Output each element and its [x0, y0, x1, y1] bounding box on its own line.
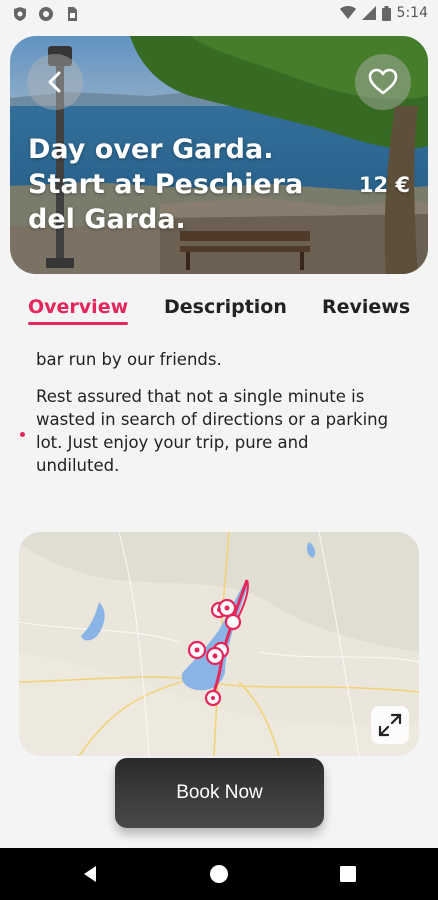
nav-home-button[interactable] [207, 862, 231, 886]
map-graphic [19, 532, 419, 756]
book-now-button[interactable]: Book Now [115, 758, 324, 828]
expand-map-button[interactable] [371, 706, 409, 744]
status-bar: 5:14 [0, 0, 438, 30]
expand-icon [378, 713, 402, 737]
status-time: 5:14 [396, 5, 428, 21]
wifi-icon [339, 6, 356, 19]
back-button[interactable] [27, 54, 83, 110]
bullet-marker [20, 432, 25, 437]
signal-icon [361, 6, 376, 20]
heart-icon [368, 68, 398, 95]
favorite-button[interactable] [355, 54, 411, 110]
route-map[interactable] [19, 532, 419, 756]
square-recents-icon [340, 866, 356, 882]
tab-overview[interactable]: Overview [28, 296, 128, 318]
tour-title: Day over Garda. Start at Peschiera del G… [28, 134, 304, 235]
nav-back-button[interactable] [78, 862, 102, 886]
circle-home-icon [210, 865, 228, 883]
shield-icon [14, 7, 26, 21]
tab-bar: Overview Description Reviews [0, 292, 438, 332]
hero-image: Day over Garda. Start at Peschiera del G… [10, 36, 428, 274]
overview-paragraph: bar run by our friends. [36, 350, 222, 369]
overview-content: bar run by our friends. Rest assured tha… [36, 348, 396, 491]
triangle-back-icon [84, 866, 96, 882]
active-tab-indicator [28, 322, 128, 325]
record-icon [39, 7, 53, 21]
overview-paragraph: Rest assured that not a single minute is… [36, 387, 389, 475]
sim-card-icon [68, 7, 77, 21]
battery-icon [381, 5, 391, 21]
tab-reviews[interactable]: Reviews [322, 296, 410, 318]
chevron-left-icon [48, 71, 61, 93]
system-nav-bar [0, 848, 438, 900]
tab-description[interactable]: Description [164, 296, 287, 318]
tour-price: 12 € [358, 173, 410, 197]
nav-recents-button[interactable] [336, 862, 360, 886]
